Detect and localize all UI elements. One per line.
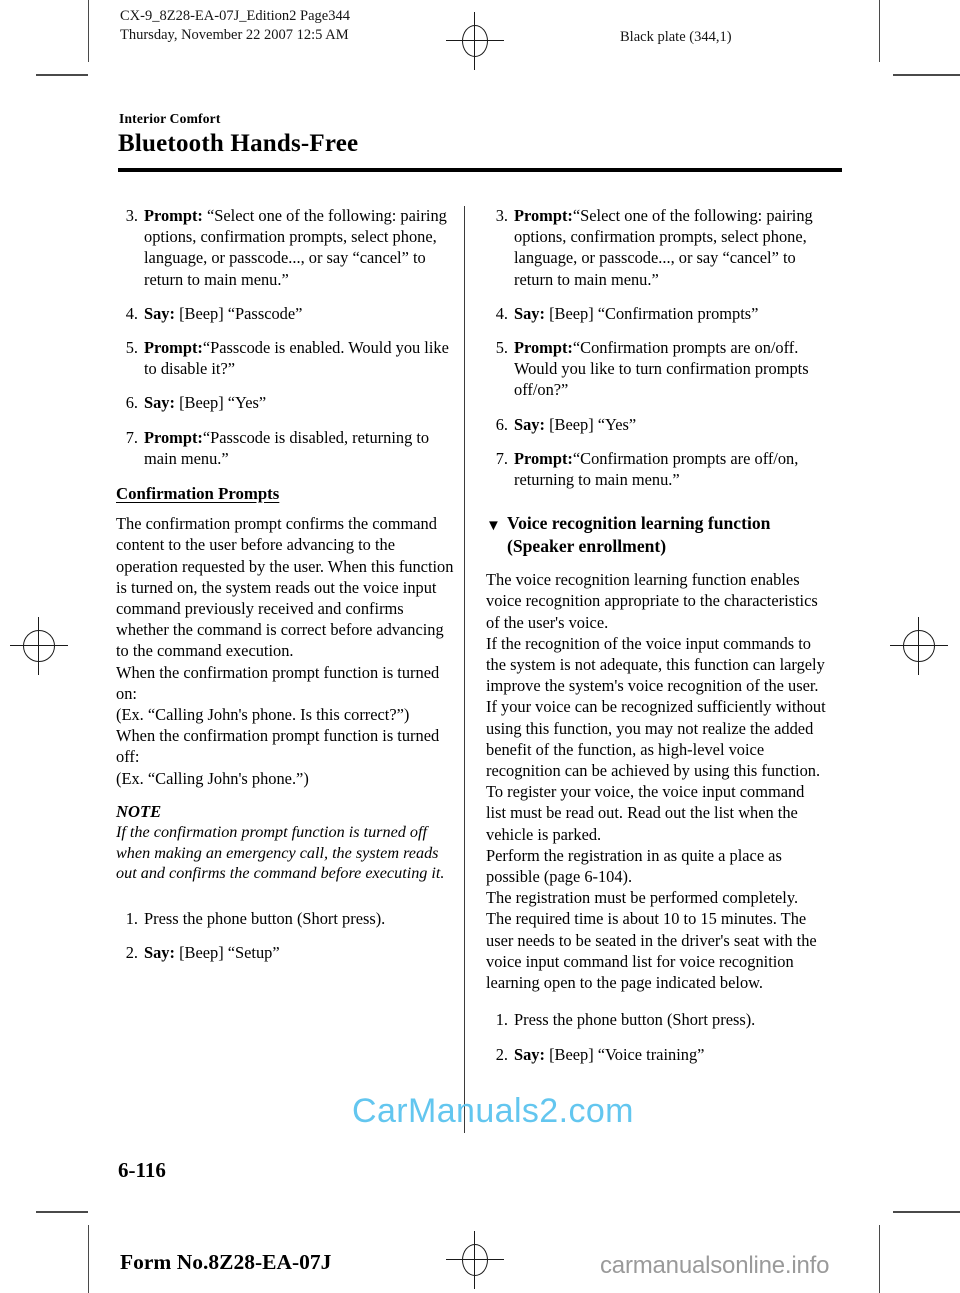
voice-training-step-list: 1. Press the phone button (Short press).… bbox=[486, 1009, 826, 1064]
watermark-carmanualsonline: carmanualsonline.info bbox=[600, 1252, 830, 1279]
section-heading-label: Voice recognition learning function (Spe… bbox=[507, 513, 771, 556]
crop-mark-top-left-vertical bbox=[88, 0, 89, 62]
list-item-lead: Say: bbox=[144, 303, 175, 323]
passcode-step-list: 3. Prompt: “Select one of the following:… bbox=[116, 205, 456, 469]
paragraph: (Ex. “Calling John's phone.”) bbox=[116, 768, 309, 788]
list-item-number: 6. bbox=[495, 414, 508, 434]
list-item-number: 7. bbox=[495, 448, 508, 468]
note-body: If the confirmation prompt function is t… bbox=[116, 823, 445, 883]
paragraph: The confirmation prompt confirms the com… bbox=[116, 514, 454, 661]
list-item-text: [Beep] “Yes” bbox=[549, 414, 637, 434]
list-item-text: [Beep] “Confirmation prompts” bbox=[549, 303, 759, 323]
registration-mark-left-middle bbox=[10, 617, 68, 675]
list-item: 3. Prompt:“Select one of the following: … bbox=[486, 205, 826, 290]
list-item: 2. Say: [Beep] “Voice training” bbox=[486, 1044, 826, 1065]
paragraph: Perform the registration in as quite a p… bbox=[486, 845, 782, 887]
list-item-text: [Beep] “Setup” bbox=[179, 943, 280, 963]
list-item-number: 6. bbox=[125, 393, 138, 413]
list-item-number: 3. bbox=[495, 206, 508, 225]
list-item-text: [Beep] “Voice training” bbox=[549, 1044, 705, 1064]
header-rule bbox=[118, 168, 842, 172]
confirmation-step-list: 3. Prompt:“Select one of the following: … bbox=[486, 205, 826, 490]
list-item-lead: Say: bbox=[514, 1044, 545, 1064]
list-item: 7. Prompt:“Passcode is disabled, returni… bbox=[116, 427, 456, 469]
paragraph: (Ex. “Calling John's phone. Is this corr… bbox=[116, 705, 410, 725]
list-item: 6. Say: [Beep] “Yes” bbox=[116, 392, 456, 413]
list-item: 4. Say: [Beep] “Confirmation prompts” bbox=[486, 303, 826, 324]
page-folio: 6-116 bbox=[118, 1158, 166, 1182]
list-item: 3. Prompt: “Select one of the following:… bbox=[116, 205, 456, 290]
list-item: 5. Prompt:“Confirmation prompts are on/o… bbox=[486, 337, 826, 401]
list-item-number: 1. bbox=[125, 908, 138, 928]
list-item: 1. Press the phone button (Short press). bbox=[116, 908, 456, 929]
list-item-lead: Prompt: bbox=[144, 206, 203, 225]
list-item-number: 2. bbox=[495, 1044, 508, 1064]
triangle-down-icon: ▼ bbox=[486, 518, 501, 535]
manual-page: CX-9_8Z28-EA-07J_Edition2 Page344 Thursd… bbox=[0, 0, 960, 1293]
list-item-lead: Say: bbox=[144, 393, 175, 413]
list-item: 5. Prompt:“Passcode is enabled. Would yo… bbox=[116, 337, 456, 379]
list-item: 4. Say: [Beep] “Passcode” bbox=[116, 303, 456, 324]
list-item-number: 1. bbox=[495, 1010, 508, 1030]
crop-mark-bottom-left-vertical bbox=[88, 1225, 89, 1293]
paragraph: To register your voice, the voice input … bbox=[486, 782, 805, 844]
list-item-number: 7. bbox=[125, 427, 138, 447]
list-item: 2. Say: [Beep] “Setup” bbox=[116, 942, 456, 963]
list-item-text: Press the phone button (Short press). bbox=[514, 1010, 756, 1030]
crop-mark-top-right-horizontal bbox=[893, 74, 960, 76]
list-item-lead: Say: bbox=[144, 943, 175, 963]
left-column: 3. Prompt: “Select one of the following:… bbox=[116, 205, 456, 976]
print-slug-document-id: CX-9_8Z28-EA-07J_Edition2 Page344 bbox=[120, 8, 350, 24]
form-number: Form No.8Z28-EA-07J bbox=[120, 1250, 332, 1274]
crop-mark-top-right-vertical bbox=[879, 0, 880, 62]
list-item-lead: Prompt: bbox=[144, 338, 203, 358]
right-column: 3. Prompt:“Select one of the following: … bbox=[486, 205, 826, 1078]
crop-mark-bottom-left-horizontal bbox=[36, 1211, 88, 1213]
registration-mark-right-middle bbox=[890, 617, 948, 675]
crop-mark-bottom-right-vertical bbox=[879, 1225, 880, 1293]
paragraph: The voice recognition learning function … bbox=[486, 570, 818, 632]
print-slug-plate: Black plate (344,1) bbox=[620, 29, 732, 45]
note-label: NOTE bbox=[116, 801, 162, 821]
list-item-number: 3. bbox=[125, 206, 138, 225]
running-head-section: Interior Comfort bbox=[119, 111, 221, 126]
list-item-lead: Prompt: bbox=[144, 427, 203, 447]
list-item: 7. Prompt:“Confirmation prompts are off/… bbox=[486, 448, 826, 490]
setup-step-list: 1. Press the phone button (Short press).… bbox=[116, 908, 456, 963]
print-slug-timestamp: Thursday, November 22 2007 12:5 AM bbox=[120, 27, 349, 43]
section-heading: ▼ Voice recognition learning function (S… bbox=[486, 512, 826, 557]
list-item-number: 2. bbox=[125, 943, 138, 963]
paragraph: If the recognition of the voice input co… bbox=[486, 633, 826, 781]
list-item-text: [Beep] “Yes” bbox=[179, 393, 267, 413]
list-item-lead: Say: bbox=[514, 414, 545, 434]
list-item-number: 5. bbox=[125, 338, 138, 358]
column-divider bbox=[464, 206, 466, 1133]
list-item-text: [Beep] “Passcode” bbox=[179, 303, 303, 323]
page-title: Bluetooth Hands-Free bbox=[118, 130, 359, 157]
registration-mark-top-center bbox=[446, 12, 504, 70]
list-item-lead: Say: bbox=[514, 303, 545, 323]
list-item-number: 4. bbox=[495, 303, 508, 323]
crop-mark-top-left-horizontal bbox=[36, 74, 88, 76]
paragraph: When the confirmation prompt function is… bbox=[116, 662, 440, 703]
crop-mark-bottom-right-horizontal bbox=[893, 1211, 960, 1213]
list-item-lead: Prompt: bbox=[514, 448, 573, 468]
list-item: 6. Say: [Beep] “Yes” bbox=[486, 414, 826, 435]
paragraph: When the confirmation prompt function is… bbox=[116, 726, 440, 767]
paragraph: The registration must be performed compl… bbox=[486, 888, 817, 993]
list-item: 1. Press the phone button (Short press). bbox=[486, 1009, 826, 1030]
print-slug-left: CX-9_8Z28-EA-07J_Edition2 Page344 Thursd… bbox=[120, 7, 350, 45]
watermark-carmanuals: CarManuals2.com bbox=[352, 1092, 634, 1130]
list-item-lead: Prompt: bbox=[514, 338, 573, 358]
list-item-text: Press the phone button (Short press). bbox=[144, 908, 386, 928]
list-item-lead: Prompt: bbox=[514, 206, 573, 225]
subsection-heading: Confirmation Prompts bbox=[116, 484, 280, 504]
list-item-number: 4. bbox=[125, 303, 138, 323]
list-item-number: 5. bbox=[495, 338, 508, 358]
registration-mark-bottom-center bbox=[446, 1231, 504, 1289]
